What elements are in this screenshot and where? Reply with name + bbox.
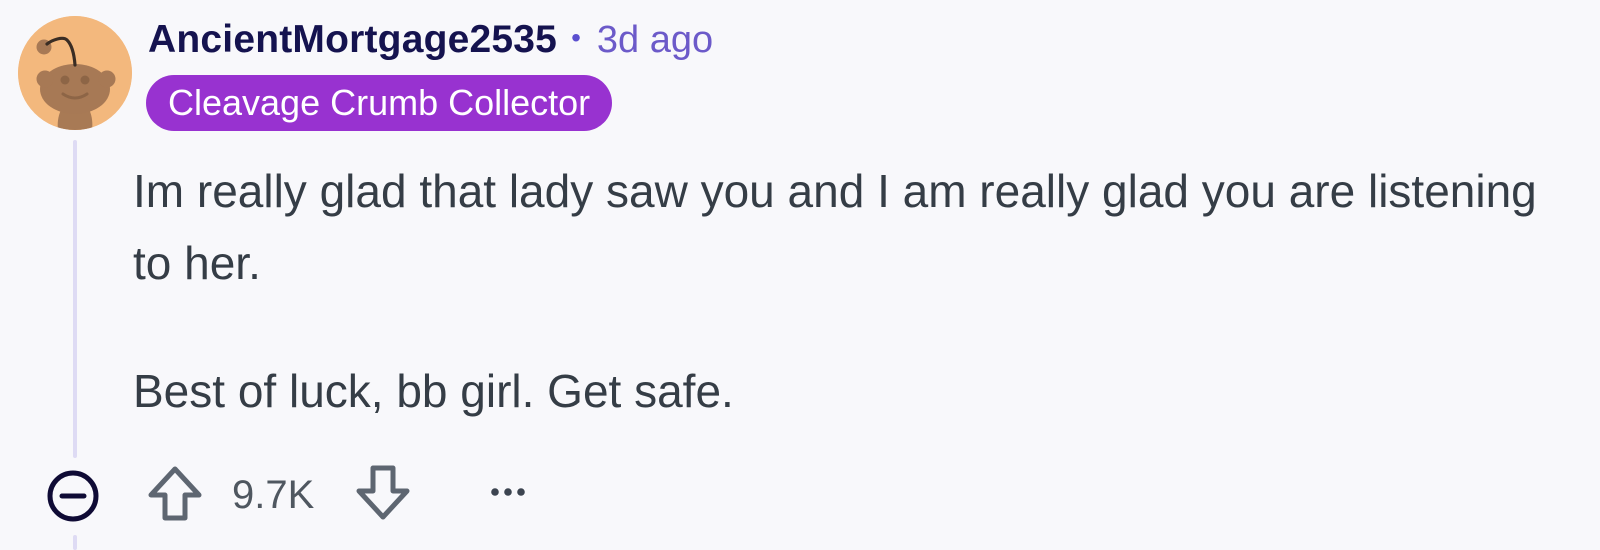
comment-body: Im really glad that lady saw you and I a… (133, 155, 1553, 427)
user-flair-badge: Cleavage Crumb Collector (146, 75, 613, 131)
username-link[interactable]: AncientMortgage2535 (148, 18, 557, 62)
upvote-button[interactable] (146, 464, 204, 522)
comment-timestamp[interactable]: 3d ago (597, 19, 713, 62)
comment-actions-bar: 9.7K (46, 462, 566, 526)
more-options-button[interactable] (480, 468, 536, 516)
collapse-minus-icon (47, 470, 99, 522)
downvote-button[interactable] (354, 464, 412, 522)
thread-line[interactable] (73, 140, 77, 458)
downvote-arrow-icon (356, 465, 410, 520)
comment-card: AncientMortgage2535 • 3d ago Cleavage Cr… (0, 0, 1600, 550)
more-options-icon (491, 488, 525, 496)
vote-count: 9.7K (232, 473, 315, 517)
comment-meta: AncientMortgage2535 • 3d ago (148, 16, 713, 64)
avatar[interactable] (18, 16, 132, 130)
thread-line-bottom[interactable] (73, 535, 77, 550)
comment-paragraph-2: Best of luck, bb girl. Get safe. (133, 365, 734, 417)
comment-paragraph-1: Im really glad that lady saw you and I a… (133, 165, 1537, 289)
meta-separator: • (571, 22, 581, 53)
upvote-arrow-icon (148, 466, 202, 521)
snoo-avatar-icon (18, 16, 132, 130)
collapse-comment-button[interactable] (46, 469, 100, 523)
